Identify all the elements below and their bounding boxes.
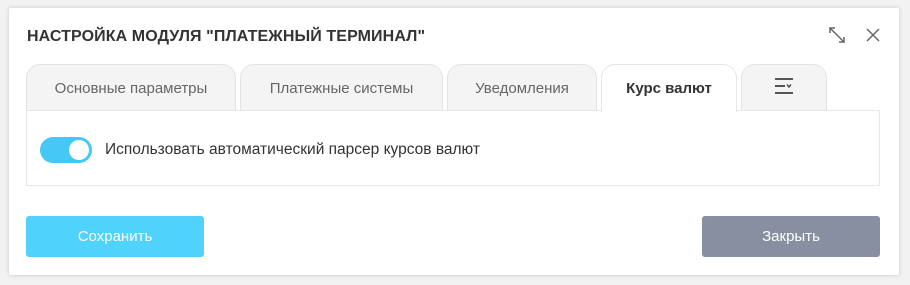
auto-parser-label: Использовать автоматический парсер курсо… [105,141,480,158]
tab-currency-rate[interactable]: Курс валют [601,64,737,112]
tab-panel-currency: Использовать автоматический парсер курсо… [26,110,880,186]
auto-parser-toggle[interactable] [40,137,92,163]
menu-lines-icon [774,77,794,99]
tab-notifications[interactable]: Уведомления [447,64,597,111]
tab-label: Основные параметры [54,79,208,97]
close-icon[interactable] [864,26,882,44]
toggle-knob [69,140,89,160]
tab-main-params[interactable]: Основные параметры [26,64,236,111]
expand-icon[interactable] [828,26,846,44]
close-button[interactable]: Закрыть [702,216,880,257]
tab-label: Уведомления [475,79,569,97]
settings-dialog: НАСТРОЙКА МОДУЛЯ "ПЛАТЕЖНЫЙ ТЕРМИНАЛ" Ос… [9,8,899,275]
tab-more[interactable] [741,64,827,111]
tab-label: Курс валют [626,80,712,97]
dialog-title: НАСТРОЙКА МОДУЛЯ "ПЛАТЕЖНЫЙ ТЕРМИНАЛ" [27,28,426,45]
tab-bar: Основные параметры Платежные системы Уве… [26,64,831,112]
tab-label: Платежные системы [269,79,414,97]
tab-payment-systems[interactable]: Платежные системы [240,64,443,111]
save-button[interactable]: Сохранить [26,216,204,257]
